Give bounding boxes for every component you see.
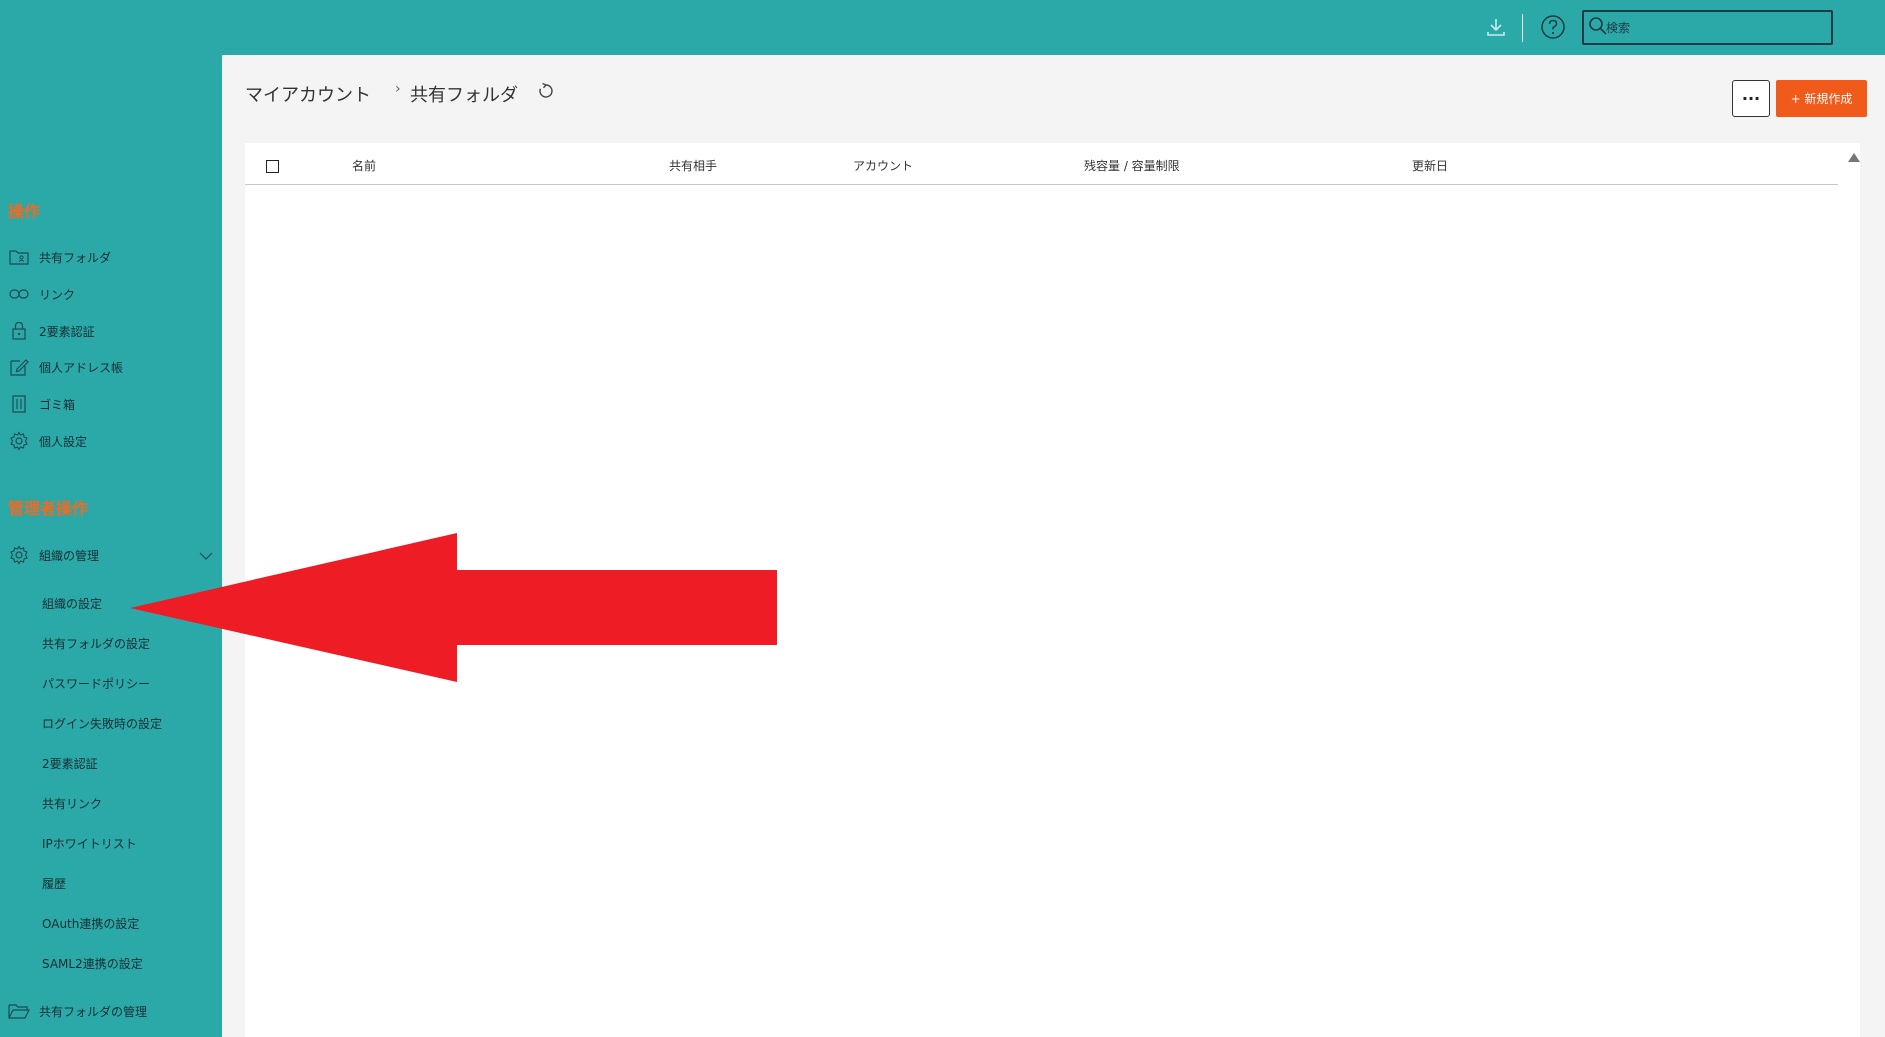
annotation-arrow (130, 533, 777, 682)
